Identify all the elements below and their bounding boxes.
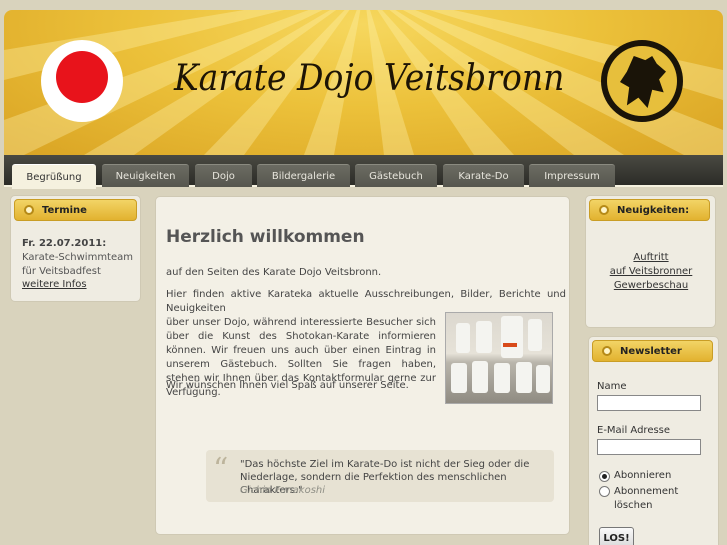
quote-author: Gichin Funakoshi <box>240 485 326 496</box>
name-input[interactable] <box>597 395 701 411</box>
main-content: Herzlich willkommen auf den Seiten des K… <box>155 196 570 535</box>
termin-date: Fr. 22.07.2011: <box>22 238 107 249</box>
tab-dojo[interactable]: Dojo <box>195 164 252 187</box>
japan-flag-logo <box>41 40 123 122</box>
newsletter-title: Newsletter <box>620 345 682 357</box>
termin-description: Karate-Schwimmteam für Veitsbadfest <box>22 252 133 277</box>
news-link-line-1[interactable]: Auftritt <box>586 251 716 265</box>
quote-block: “ "Das höchste Ziel im Karate-Do ist nic… <box>206 450 554 502</box>
termin-more-link[interactable]: weitere Infos <box>22 279 87 290</box>
intro-text: auf den Seiten des Karate Dojo Veitsbron… <box>166 267 382 278</box>
bullet-icon <box>24 205 34 215</box>
termine-header: Termine <box>14 199 137 221</box>
news-header: Neuigkeiten: <box>589 199 710 221</box>
page-title: Herzlich willkommen <box>166 227 365 247</box>
news-link[interactable]: Auftritt auf Veitsbronner Gewerbeschau <box>586 251 716 293</box>
site-title: Karate Dojo Veitsbronn <box>174 56 565 99</box>
tab-gaestebuch[interactable]: Gästebuch <box>355 164 437 187</box>
bullet-icon <box>602 346 612 356</box>
tab-bildergalerie[interactable]: Bildergalerie <box>257 164 350 187</box>
shotokan-tiger-logo <box>601 40 683 122</box>
tab-begruessung[interactable]: Begrüßung <box>12 164 96 189</box>
site-header: Karate Dojo Veitsbronn <box>4 10 723 155</box>
newsletter-header: Newsletter <box>592 340 713 362</box>
unsubscribe-label-text: Abonnement löschen <box>614 486 679 511</box>
tab-neuigkeiten[interactable]: Neuigkeiten <box>102 164 189 187</box>
name-label: Name <box>597 381 627 392</box>
submit-button[interactable]: LOS! <box>599 527 634 545</box>
news-title: Neuigkeiten: <box>617 204 690 216</box>
bullet-icon <box>599 205 609 215</box>
newsletter-box: Newsletter Name E-Mail Adresse Abonniere… <box>588 336 719 545</box>
subscribe-label: Abonnieren <box>614 470 672 481</box>
subscribe-radio[interactable] <box>599 471 610 482</box>
news-link-line-2[interactable]: auf Veitsbronner <box>586 265 716 279</box>
email-label: E-Mail Adresse <box>597 425 671 436</box>
news-box: Neuigkeiten: Auftritt auf Veitsbronner G… <box>585 195 716 328</box>
main-navigation: Begrüßung Neuigkeiten Dojo Bildergalerie… <box>4 155 723 189</box>
termine-title: Termine <box>42 204 87 216</box>
termine-box: Termine Fr. 22.07.2011: Karate-Schwimmte… <box>10 195 141 302</box>
tab-karate-do[interactable]: Karate-Do <box>443 164 524 187</box>
news-link-line-3[interactable]: Gewerbeschau <box>586 279 716 293</box>
unsubscribe-label: Abonnement löschen <box>614 485 709 513</box>
tab-impressum[interactable]: Impressum <box>529 164 615 187</box>
closing-text: Wir wünschen Ihnen viel Spaß auf unserer… <box>166 380 409 391</box>
quote-icon: “ <box>213 452 229 487</box>
email-input[interactable] <box>597 439 701 455</box>
welcome-paragraph-first: Hier finden aktive Karateka aktuelle Aus… <box>166 289 566 314</box>
